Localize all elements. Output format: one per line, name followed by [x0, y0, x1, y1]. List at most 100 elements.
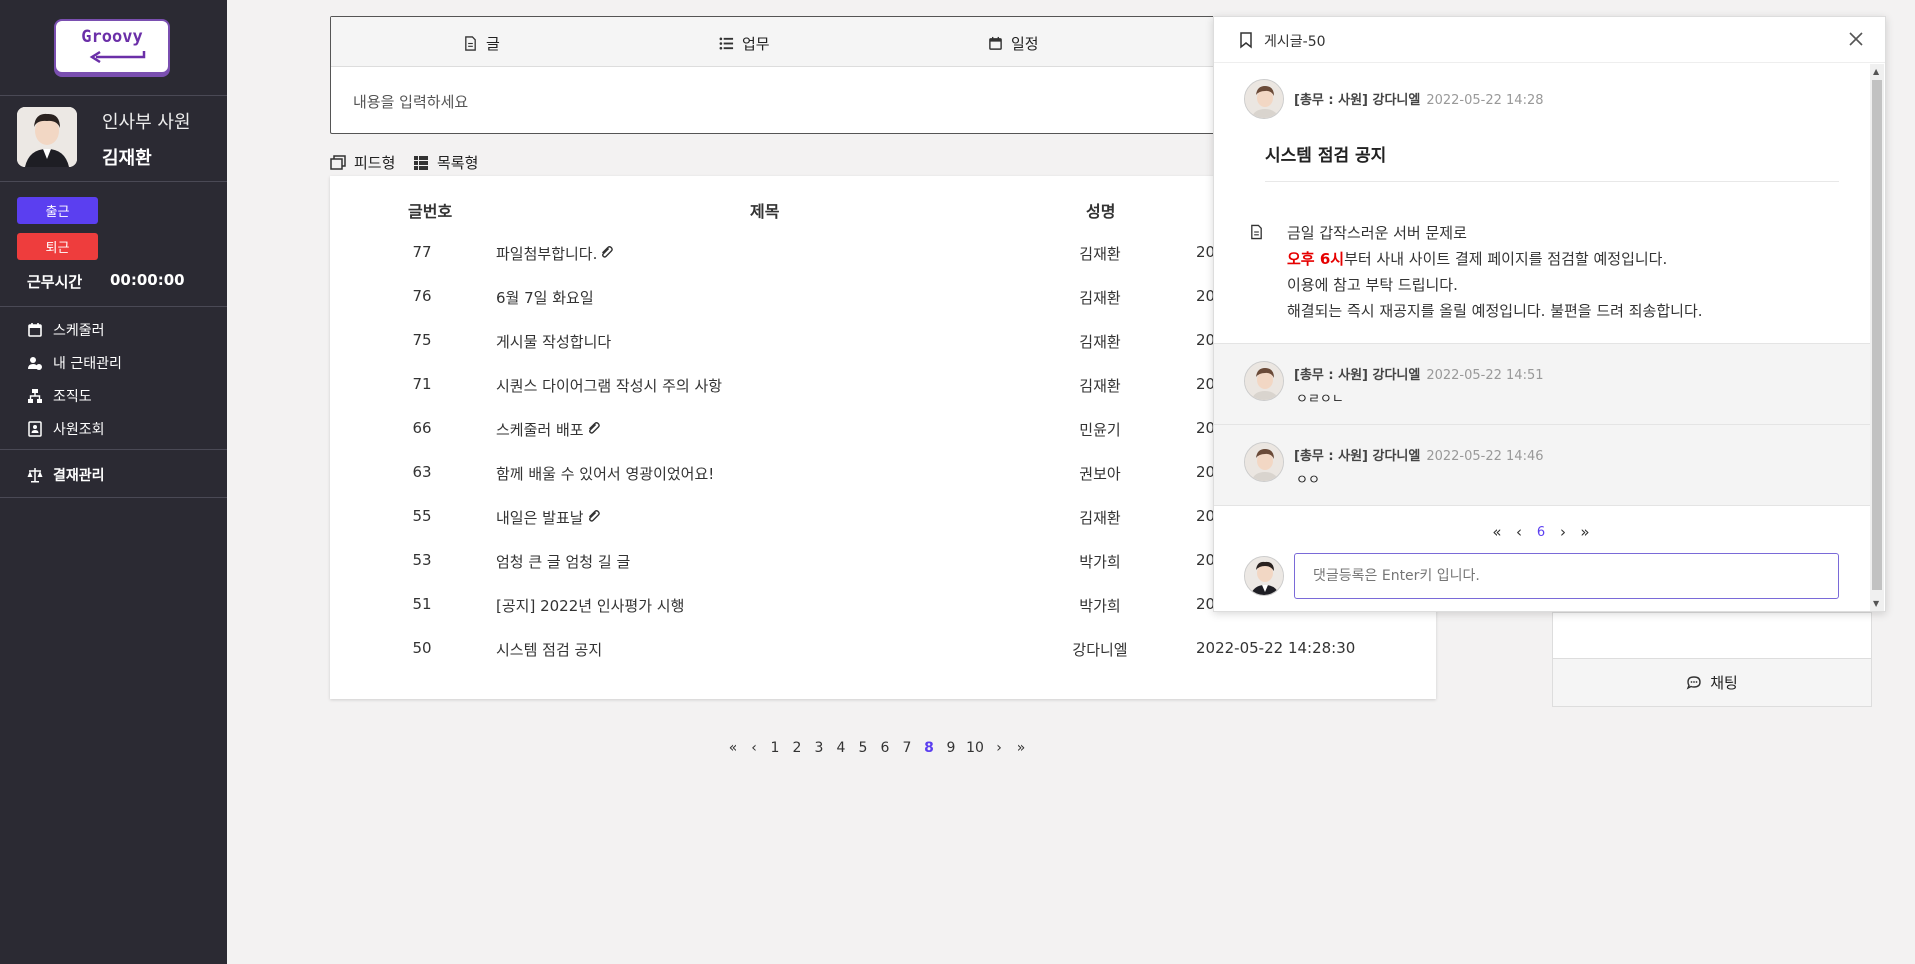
sidebar-item-employees[interactable]: 사원조회 — [27, 419, 105, 439]
profile-name: 김재환 — [102, 148, 152, 169]
feed-view-toggle[interactable]: 피드형 — [330, 152, 395, 173]
row-author: 박가희 — [1079, 597, 1121, 615]
page-number[interactable]: 8 — [918, 740, 940, 756]
paperclip-icon — [589, 422, 600, 434]
post-date: 2022-05-22 14:28 — [1426, 93, 1544, 108]
row-author: 권보아 — [1079, 465, 1121, 483]
divider — [0, 181, 227, 182]
modal-scrollbar[interactable]: ▲ ▼ — [1870, 64, 1884, 611]
tab-label: 일정 — [1011, 35, 1039, 53]
chat-label: 채팅 — [1710, 674, 1738, 692]
scroll-up-icon[interactable]: ▲ — [1873, 67, 1879, 76]
page-number[interactable]: 7 — [896, 740, 918, 756]
prev-page-icon[interactable]: ‹ — [1508, 523, 1530, 541]
groovy-logo[interactable]: Groovy — [54, 19, 170, 74]
last-page-icon[interactable]: » — [1574, 523, 1596, 541]
composer-input[interactable]: 내용을 입력하세요 — [353, 91, 468, 112]
chat-bubble-icon — [1686, 675, 1701, 689]
scrollbar-thumb[interactable] — [1872, 80, 1882, 590]
row-author: 강다니엘 — [1072, 641, 1128, 659]
row-title[interactable]: 함께 배울 수 있어서 영광이었어요! — [496, 463, 714, 484]
calendar-icon — [989, 36, 1002, 50]
page-number[interactable]: 10 — [962, 740, 988, 756]
post-body-line: 오후 6시부터 사내 사이트 결제 페이지를 점검할 예정입니다. — [1287, 246, 1703, 272]
first-page-icon[interactable]: « — [1486, 523, 1508, 541]
comment-item: [총무 : 사원] 강다니엘 2022-05-22 14:51 ㅇㄹㅇㄴ — [1214, 343, 1872, 424]
divider — [0, 306, 227, 307]
close-icon[interactable] — [1848, 31, 1864, 47]
sidebar-item-scheduler[interactable]: 스케줄러 — [27, 320, 105, 340]
page-number[interactable]: 5 — [852, 740, 874, 756]
comment-page-current[interactable]: 6 — [1530, 525, 1552, 540]
row-number: 51 — [412, 595, 432, 613]
user-clock-icon — [28, 357, 42, 370]
row-title[interactable]: 6월 7일 화요일 — [496, 287, 594, 308]
list-icon — [719, 37, 734, 50]
next-page-icon[interactable]: › — [1552, 523, 1574, 541]
sidebar-item-approval[interactable]: 결재관리 — [27, 465, 105, 485]
windows-icon — [330, 154, 346, 170]
list-view-label: 목록형 — [437, 154, 479, 172]
feed-view-label: 피드형 — [354, 154, 396, 172]
worktime-value: 00:00:00 — [110, 271, 185, 289]
table-list-icon — [414, 155, 428, 170]
modal-header: 게시글-50 — [1214, 17, 1885, 63]
sidebar-item-orgchart[interactable]: 조직도 — [27, 386, 92, 406]
row-title[interactable]: 게시물 작성합니다 — [496, 331, 611, 352]
scroll-down-icon[interactable]: ▼ — [1873, 599, 1879, 608]
page-number[interactable]: 6 — [874, 740, 896, 756]
next-page-icon[interactable]: › — [988, 740, 1010, 756]
document-icon — [1251, 224, 1262, 240]
page-number[interactable]: 4 — [830, 740, 852, 756]
paperclip-icon — [602, 246, 613, 258]
row-number: 63 — [412, 463, 432, 481]
row-author: 민윤기 — [1079, 421, 1121, 439]
tab-label: 글 — [486, 35, 500, 53]
comment-input[interactable] — [1294, 553, 1839, 599]
post-meta: [총무 : 사원] 강다니엘 2022-05-22 14:28 — [1294, 89, 1544, 108]
post-composer: 글 업무 일정 내용을 입력하세요 — [330, 16, 1215, 134]
column-header-title: 제목 — [750, 202, 780, 221]
row-title[interactable]: 내일은 발표날 — [496, 507, 584, 528]
list-view-toggle[interactable]: 목록형 — [413, 152, 478, 173]
checkout-button[interactable]: 퇴근 — [17, 233, 98, 260]
row-title[interactable]: 시퀀스 다이어그램 작성시 주의 사항 — [496, 375, 722, 396]
modal-title: 게시글-50 — [1264, 34, 1326, 50]
tab-schedule[interactable]: 일정 — [988, 33, 1039, 54]
bookmark-icon — [1240, 32, 1252, 49]
row-author: 김재환 — [1079, 333, 1121, 351]
post-body-line: 이용에 참고 부탁 드립니다. — [1287, 276, 1458, 294]
checkin-button[interactable]: 출근 — [17, 197, 98, 224]
row-title[interactable]: [공지] 2022년 인사평가 시행 — [496, 595, 684, 616]
prev-page-icon[interactable]: ‹ — [744, 740, 764, 756]
row-title[interactable]: 엄청 큰 글 엄청 길 글 — [496, 551, 630, 572]
row-date: 2022-05-22 14:28:30 — [1196, 639, 1356, 657]
tab-post[interactable]: 글 — [463, 33, 500, 54]
post-body-line: 금일 갑작스러운 서버 문제로 — [1287, 224, 1467, 242]
pagination: « ‹ 1 2 3 4 5 6 7 8 9 10 › » — [722, 740, 1032, 756]
page-number[interactable]: 1 — [764, 740, 786, 756]
paperclip-icon — [589, 510, 600, 522]
page-number[interactable]: 9 — [940, 740, 962, 756]
comment-meta: [총무 : 사원] 강다니엘 2022-05-22 14:46 — [1294, 445, 1544, 464]
tab-task[interactable]: 업무 — [719, 33, 770, 54]
post-detail-modal: 게시글-50 [총무 : 사원] 강다니엘 2022-05-22 14:28 시스… — [1213, 16, 1886, 612]
comment-meta: [총무 : 사원] 강다니엘 2022-05-22 14:51 — [1294, 364, 1544, 383]
row-title[interactable]: 파일첨부합니다. — [496, 243, 597, 264]
calendar-icon — [28, 323, 42, 337]
chat-button[interactable]: 채팅 — [1553, 658, 1871, 706]
last-page-icon[interactable]: » — [1010, 740, 1032, 756]
sidebar-item-attendance[interactable]: 내 근태관리 — [27, 353, 122, 373]
table-row[interactable]: 50 시스템 점검 공지 강다니엘 2022-05-22 14:28:30 — [330, 639, 1436, 669]
page-number[interactable]: 3 — [808, 740, 830, 756]
first-page-icon[interactable]: « — [722, 740, 744, 756]
divider — [1214, 505, 1872, 506]
profile-avatar[interactable] — [17, 107, 77, 167]
comment-text: ㅇㅇ — [1296, 473, 1320, 488]
page-number[interactable]: 2 — [786, 740, 808, 756]
row-title[interactable]: 스케줄러 배포 — [496, 419, 584, 440]
row-title[interactable]: 시스템 점검 공지 — [496, 639, 602, 660]
row-number: 55 — [412, 507, 432, 525]
comment-date: 2022-05-22 14:46 — [1426, 449, 1544, 464]
commenter-avatar — [1244, 442, 1284, 482]
